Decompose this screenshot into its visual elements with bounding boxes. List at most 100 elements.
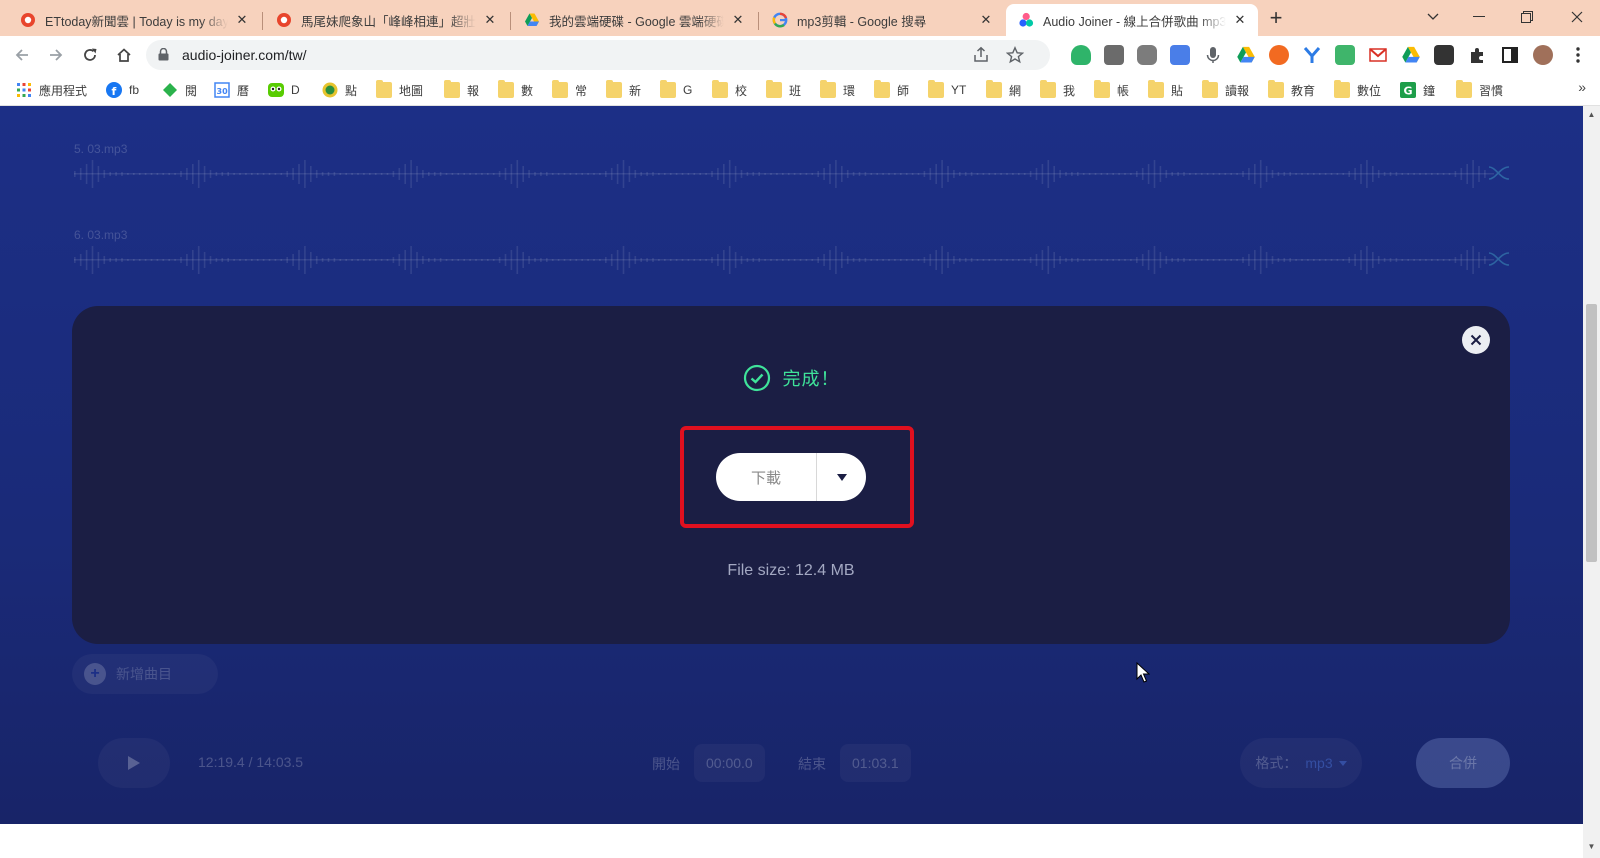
tab-ettoday-news[interactable]: 馬尾妹爬象山「峰峰相連」超壯觀 ✕: [264, 4, 508, 36]
back-arrow-icon[interactable]: [8, 41, 36, 69]
bookmark-folder[interactable]: 數位: [1334, 80, 1381, 100]
close-icon[interactable]: ✕: [978, 12, 994, 28]
close-icon[interactable]: ✕: [1232, 12, 1248, 28]
page-scrollbar[interactable]: ▲ ▼: [1583, 106, 1600, 858]
y-extension-icon[interactable]: [1302, 45, 1322, 65]
bookmark-folder[interactable]: 數: [498, 80, 533, 100]
close-icon[interactable]: ✕: [730, 12, 746, 28]
home-icon[interactable]: [110, 41, 138, 69]
print-extension-icon[interactable]: [1335, 45, 1355, 65]
bookmark-label: 鐘: [1423, 83, 1436, 98]
side-panel-icon[interactable]: [1500, 45, 1520, 65]
reload-icon[interactable]: [76, 41, 104, 69]
avatar[interactable]: [1533, 45, 1553, 65]
waveform-bar: [841, 166, 843, 182]
image-extension-icon[interactable]: [1434, 45, 1454, 65]
bookmark-folder[interactable]: YT: [928, 80, 966, 100]
waveform-bar: [1159, 166, 1162, 182]
waveform-bar: [858, 258, 861, 262]
star-icon[interactable]: [1005, 46, 1025, 64]
waveform-bar: [988, 173, 991, 175]
puzzle-icon[interactable]: [1467, 45, 1487, 65]
scrollbar-thumb[interactable]: [1586, 304, 1597, 562]
waveform-bar: [215, 172, 218, 176]
bookmark-folder[interactable]: 讀報: [1202, 80, 1249, 100]
translate-extension-icon[interactable]: [1170, 45, 1190, 65]
bookmark-folder[interactable]: 師: [874, 80, 909, 100]
close-icon[interactable]: ✕: [482, 12, 498, 28]
waveform[interactable]: [74, 246, 1494, 274]
b-extension-icon[interactable]: [1269, 45, 1289, 65]
bookmark-fb[interactable]: f fb: [106, 80, 139, 100]
play-button[interactable]: [98, 738, 170, 788]
tab-ettoday[interactable]: ETtoday新聞雲 | Today is my day ✕: [8, 4, 260, 36]
merge-button[interactable]: 合併: [1416, 738, 1510, 788]
microphone-icon[interactable]: [1203, 45, 1223, 65]
waveform-bar: [262, 259, 265, 261]
start-time-field[interactable]: 00:00.0: [694, 744, 765, 782]
bookmark-folder[interactable]: 地圖: [376, 80, 423, 100]
bookmark-folder[interactable]: 教育: [1268, 80, 1315, 100]
close-window-icon[interactable]: [1554, 0, 1600, 34]
close-dialog-button[interactable]: [1462, 326, 1490, 354]
shield-extension-icon[interactable]: [1071, 45, 1091, 65]
screenshot-extension-icon[interactable]: [1137, 45, 1157, 65]
google-drive-extension-icon[interactable]: [1236, 45, 1256, 65]
kebab-menu-icon[interactable]: [1568, 45, 1588, 65]
bookmark-point[interactable]: 點: [322, 80, 357, 100]
bookmark-folder[interactable]: 網: [986, 80, 1021, 100]
bookmark-duolingo[interactable]: D: [268, 80, 300, 100]
bookmark-folder[interactable]: 我: [1040, 80, 1075, 100]
shuffle-icon[interactable]: [1488, 164, 1510, 182]
waveform-bar: [256, 173, 259, 175]
bookmark-calendar[interactable]: 30 曆: [214, 80, 249, 100]
share-icon[interactable]: [972, 46, 990, 64]
bookmark-folder[interactable]: 常: [552, 80, 587, 100]
waveform-bar: [180, 257, 182, 263]
drive-shortcut-icon[interactable]: [1401, 45, 1421, 65]
bookmark-clock[interactable]: G 鐘: [1400, 80, 1435, 100]
restore-icon[interactable]: [1504, 0, 1550, 34]
close-icon[interactable]: ✕: [234, 12, 250, 28]
bookmark-folder[interactable]: 環: [820, 80, 855, 100]
shuffle-icon[interactable]: [1488, 250, 1510, 268]
bookmarks-overflow-button[interactable]: »: [1578, 79, 1586, 95]
tab-search-icon[interactable]: [1410, 0, 1456, 34]
bookmark-folder[interactable]: 新: [606, 80, 641, 100]
waveform-bar: [127, 259, 129, 261]
waveform[interactable]: [74, 160, 1494, 188]
bookmark-apps[interactable]: 應用程式: [16, 80, 87, 100]
bookmark-folder[interactable]: 班: [766, 80, 801, 100]
bookmark-folder[interactable]: 校: [712, 80, 747, 100]
minimize-icon[interactable]: [1456, 0, 1502, 34]
url-text[interactable]: audio-joiner.com/tw/: [182, 47, 307, 63]
track-row[interactable]: 5. 03.mp3: [74, 142, 1510, 190]
gmail-icon[interactable]: [1368, 45, 1388, 65]
tab-google-drive[interactable]: 我的雲端硬碟 - Google 雲端硬碟 ✕: [512, 4, 756, 36]
bookmark-feedly[interactable]: 閱: [162, 80, 197, 100]
bookmark-folder[interactable]: 帳: [1094, 80, 1129, 100]
waveform-bar: [374, 259, 377, 261]
format-selector[interactable]: 格式： mp3: [1240, 738, 1362, 788]
tab-audio-joiner[interactable]: Audio Joiner - 線上合併歌曲 mp3 ✕: [1006, 4, 1258, 36]
scroll-up-icon[interactable]: ▲: [1587, 110, 1596, 119]
tab-google-search[interactable]: mp3剪輯 - Google 搜尋 ✕: [760, 4, 1004, 36]
waveform-bar: [1023, 173, 1026, 175]
track-row[interactable]: 6. 03.mp3: [74, 228, 1510, 276]
forward-arrow-icon[interactable]: [42, 41, 70, 69]
new-tab-button[interactable]: +: [1264, 7, 1288, 31]
bookmark-folder[interactable]: 習慣: [1456, 80, 1503, 100]
bookmark-folder[interactable]: G: [660, 80, 692, 100]
waveform-bar: [693, 173, 696, 175]
scroll-down-icon[interactable]: ▼: [1587, 842, 1596, 851]
bookmark-folder[interactable]: 貼: [1148, 80, 1183, 100]
address-bar[interactable]: audio-joiner.com/tw/: [146, 40, 1050, 70]
waveform-bar: [705, 259, 707, 261]
lock-icon[interactable]: [158, 47, 169, 64]
end-time-field[interactable]: 01:03.1: [840, 744, 911, 782]
tab-separator: [758, 12, 759, 30]
ap-extension-icon[interactable]: [1104, 45, 1124, 65]
waveform-bar: [1212, 259, 1215, 261]
bookmark-folder[interactable]: 報: [444, 80, 479, 100]
add-track-button[interactable]: + 新增曲目: [72, 654, 218, 694]
